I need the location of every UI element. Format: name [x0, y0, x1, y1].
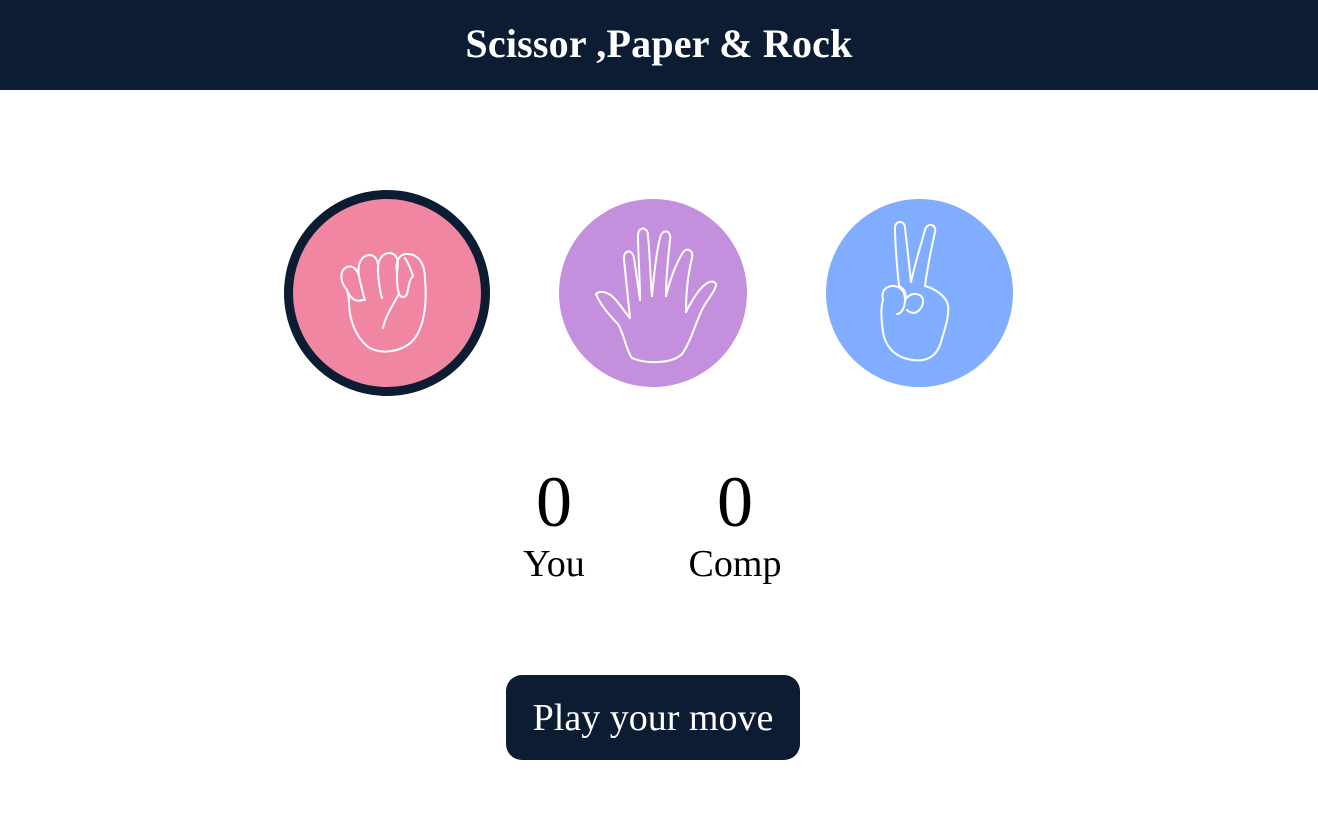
user-score-value: 0 — [536, 462, 572, 542]
play-move-button[interactable]: Play your move — [506, 675, 800, 760]
computer-score: 0 Comp — [676, 466, 794, 584]
computer-score-value: 0 — [717, 462, 753, 542]
fist-icon — [340, 252, 427, 353]
rock-choice[interactable] — [284, 190, 490, 396]
user-score: 0 You — [504, 466, 604, 584]
paper-choice[interactable] — [559, 199, 747, 387]
open-hand-icon — [595, 227, 717, 364]
app-header: Scissor ,Paper & Rock — [0, 0, 1318, 90]
scissors-choice[interactable] — [826, 199, 1013, 387]
computer-score-label: Comp — [688, 543, 782, 585]
peace-sign-icon — [880, 221, 949, 362]
page-title: Scissor ,Paper & Rock — [465, 20, 853, 66]
user-score-label: You — [523, 543, 585, 585]
